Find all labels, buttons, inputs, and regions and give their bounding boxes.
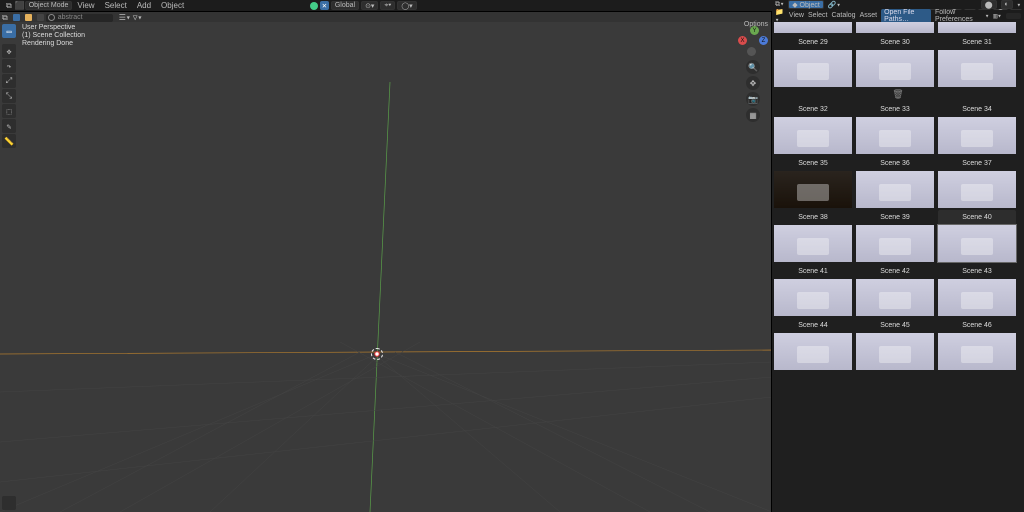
viewport-menus: ViewSelectAddObject — [72, 0, 189, 11]
asset-label: Scene 29 — [774, 35, 852, 50]
asset-label: Scene 32 — [774, 102, 852, 117]
asset-thumb[interactable] — [856, 117, 934, 154]
asset-label: Scene 34 — [938, 102, 1016, 117]
nav-gizmo[interactable]: X Y Z — [740, 28, 766, 54]
asset-item[interactable]: Scene 36 — [856, 156, 934, 208]
asset-label: Scene 43 — [938, 264, 1016, 279]
asset-item[interactable]: Scene 38 — [774, 210, 852, 262]
asset-menu-catalog[interactable]: Catalog — [831, 12, 855, 19]
asset-label: Scene 37 — [938, 156, 1016, 171]
asset-item[interactable]: Scene 32 — [774, 102, 852, 154]
asset-label: Scene 36 — [856, 156, 934, 171]
viewport-grid — [0, 22, 772, 512]
editor-type-icon[interactable]: ⧉ — [6, 1, 12, 11]
asset-item[interactable]: Scene 40 — [938, 210, 1016, 262]
filter-color-3[interactable] — [37, 14, 44, 21]
asset-shade-icon[interactable]: ⬤ — [981, 0, 997, 9]
asset-shade-icon-2[interactable]: ◐ — [1001, 0, 1013, 9]
asset-thumb[interactable] — [774, 117, 852, 154]
asset-thumb[interactable] — [856, 333, 934, 370]
asset-thumb[interactable] — [774, 225, 852, 262]
asset-thumb[interactable] — [774, 50, 852, 87]
filter-color-2[interactable] — [25, 14, 32, 21]
3d-cursor — [371, 348, 383, 360]
menu-select[interactable]: Select — [100, 0, 132, 11]
asset-menu-asset[interactable]: Asset — [860, 12, 878, 19]
asset-thumb[interactable] — [938, 279, 1016, 316]
asset-mode[interactable]: ◆ Object — [788, 0, 824, 9]
selectability-icon[interactable] — [310, 2, 318, 10]
x-icon[interactable]: ✕ — [320, 1, 329, 10]
camera-icon[interactable]: 📷 — [746, 92, 760, 106]
asset-thumb[interactable] — [938, 117, 1016, 154]
asset-thumb[interactable] — [856, 50, 934, 87]
asset-thumb[interactable] — [774, 333, 852, 370]
asset-item[interactable]: Scene 41 — [774, 264, 852, 316]
asset-label: Scene 39 — [856, 210, 934, 225]
asset-item[interactable]: Scene 30 — [856, 35, 934, 87]
asset-menu-select[interactable]: Select — [808, 12, 827, 19]
asset-display-icon[interactable]: ▥▾ — [993, 12, 1001, 20]
snap-toggle[interactable]: ⌖▾ — [380, 1, 395, 10]
funnel-icon[interactable]: ☰▾ — [119, 13, 131, 22]
asset-editor-icon[interactable]: ⧉▾ — [775, 0, 784, 9]
asset-thumb[interactable] — [938, 333, 1016, 370]
3d-viewport[interactable]: Options ▭✥↷⤢⤡⬚✎📏 User Perspective (1) Sc… — [0, 22, 772, 512]
proportional-edit[interactable]: ◯▾ — [397, 1, 416, 10]
asset-item[interactable]: Scene 33 — [856, 102, 934, 154]
asset-label: Scene 31 — [938, 35, 1016, 50]
asset-label: Scene 46 — [938, 318, 1016, 333]
asset-dropdown-icon[interactable]: ▾ — [1017, 1, 1021, 9]
asset-item[interactable]: Scene 42 — [856, 264, 934, 316]
asset-item[interactable]: Scene 35 — [774, 156, 852, 208]
asset-thumb[interactable] — [938, 50, 1016, 87]
asset-menu-view[interactable]: View — [789, 12, 804, 19]
asset-label: Scene 44 — [774, 318, 852, 333]
asset-thumb[interactable] — [938, 225, 1016, 262]
perspective-icon[interactable]: ▦ — [746, 108, 760, 122]
asset-item[interactable]: Scene 46 — [938, 318, 1016, 370]
asset-search[interactable] — [1006, 13, 1021, 19]
asset-thumb[interactable] — [856, 279, 934, 316]
asset-label: Scene 42 — [856, 264, 934, 279]
asset-thumb[interactable] — [774, 171, 852, 208]
asset-item[interactable]: Scene 39 — [856, 210, 934, 262]
asset-thumb[interactable] — [856, 171, 934, 208]
chevron-down-icon[interactable]: ▾ — [985, 12, 989, 20]
menu-add[interactable]: Add — [132, 0, 156, 11]
filter-color-1[interactable] — [13, 14, 20, 21]
trash-icon[interactable]: 🗑 — [774, 89, 1022, 100]
asset-label: Scene 45 — [856, 318, 934, 333]
asset-label: Scene 40 — [938, 210, 1016, 225]
menu-object[interactable]: Object — [156, 0, 189, 11]
mode-selector[interactable]: Object Mode — [25, 1, 73, 10]
filter-funnel-icon[interactable]: ▽▾ — [133, 13, 143, 22]
zoom-icon[interactable]: 🔍 — [746, 60, 760, 74]
asset-link-icon[interactable]: 🔗▾ — [828, 1, 841, 9]
asset-label: Scene 41 — [774, 264, 852, 279]
asset-thumb[interactable] — [774, 279, 852, 316]
move-icon[interactable]: ✥ — [746, 76, 760, 90]
corner-icon[interactable]: ⧉ — [2, 13, 8, 23]
asset-thumb[interactable] — [856, 225, 934, 262]
asset-label: Scene 30 — [856, 35, 934, 50]
orientation-dropdown[interactable]: Global — [331, 1, 359, 10]
asset-item[interactable]: Scene 31 — [938, 35, 1016, 87]
asset-item[interactable]: Scene 45 — [856, 318, 934, 370]
asset-thumb[interactable] — [938, 171, 1016, 208]
asset-item[interactable]: Scene 29 — [774, 35, 852, 87]
asset-label: Scene 33 — [856, 102, 934, 117]
asset-item[interactable]: Scene 37 — [938, 156, 1016, 208]
asset-item[interactable]: Scene 34 — [938, 102, 1016, 154]
menu-view[interactable]: View — [72, 0, 99, 11]
pivot-dropdown[interactable]: ⊙▾ — [361, 1, 378, 10]
asset-label: Scene 38 — [774, 210, 852, 225]
asset-label: Scene 35 — [774, 156, 852, 171]
object-mode-icon[interactable]: ⬛ — [15, 1, 25, 10]
asset-item[interactable]: Scene 44 — [774, 318, 852, 370]
viewport-search[interactable]: abstract — [46, 14, 113, 22]
asset-item[interactable]: Scene 43 — [938, 264, 1016, 316]
bottom-tool-icon[interactable] — [2, 496, 16, 510]
